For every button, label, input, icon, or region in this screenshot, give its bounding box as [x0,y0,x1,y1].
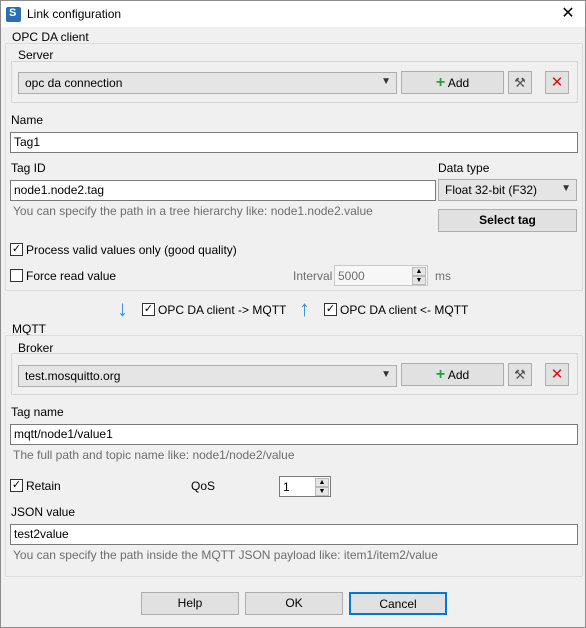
name-label: Name [11,113,44,127]
stepper-down-icon[interactable]: ▼ [315,487,329,496]
retain-checkbox[interactable]: ✓ [10,479,23,492]
stepper-up-icon[interactable]: ▲ [412,267,426,276]
interval-value: 5000 [338,269,365,283]
broker-settings-button[interactable]: ⚒ [508,363,532,386]
server-delete-button[interactable]: ✕ [545,71,569,94]
delete-icon: ✕ [550,366,564,383]
plus-icon: + [435,74,446,91]
valid-only-checkbox[interactable]: ✓ [10,243,23,256]
tagid-label: Tag ID [11,161,46,175]
chevron-down-icon: ▼ [381,76,391,87]
interval-unit: ms [435,269,451,283]
server-settings-button[interactable]: ⚒ [508,71,532,94]
add-broker-label: Add [447,368,470,382]
valid-only-label: Process valid values only (good quality) [26,243,237,257]
stepper-down-icon[interactable]: ▼ [412,276,426,285]
interval-stepper[interactable]: 5000 ▲ ▼ [334,265,428,286]
tagname-field[interactable]: mqtt/node1/value1 [10,424,578,445]
from-mqtt-label: OPC DA client <- MQTT [340,303,469,317]
link-configuration-dialog: Link configuration ✕ OPC DA client Serve… [0,0,586,628]
name-field[interactable]: Tag1 [10,132,578,153]
cancel-button[interactable]: Cancel [349,592,447,615]
server-label: Server [18,48,54,62]
tagid-hint: You can specify the path in a tree hiera… [13,204,373,218]
add-server-button[interactable]: + Add [401,71,504,94]
mqtt-section-label: MQTT [12,322,46,336]
broker-delete-button[interactable]: ✕ [545,363,569,386]
datatype-label: Data type [438,161,490,175]
help-button[interactable]: Help [141,592,239,615]
tools-icon: ⚒ [514,367,526,382]
force-read-label: Force read value [26,269,117,283]
from-mqtt-checkbox[interactable]: ✓ [324,303,337,316]
window-title: Link configuration [27,7,122,21]
broker-select[interactable]: test.mosquitto.org ▼ [18,365,397,387]
datatype-select[interactable]: Float 32-bit (F32) ▼ [438,179,577,201]
stepper-up-icon[interactable]: ▲ [315,478,329,487]
tagname-label: Tag name [11,405,64,419]
chevron-down-icon: ▼ [381,369,391,380]
server-select-value: opc da connection [25,76,123,90]
broker-select-value: test.mosquitto.org [25,369,121,383]
select-tag-button[interactable]: Select tag [438,209,577,232]
datatype-select-value: Float 32-bit (F32) [445,183,538,197]
app-logo-icon [6,7,21,22]
json-field[interactable]: test2value [10,524,578,545]
retain-label: Retain [26,479,61,493]
qos-stepper[interactable]: 1 ▲ ▼ [279,476,331,497]
to-mqtt-label: OPC DA client -> MQTT [158,303,287,317]
opc-section-label: OPC DA client [12,30,89,44]
tools-icon: ⚒ [514,75,526,90]
title-bar: Link configuration ✕ [1,1,585,27]
ok-button[interactable]: OK [245,592,343,615]
force-read-checkbox[interactable] [10,269,23,282]
plus-icon: + [435,366,446,383]
add-server-label: Add [447,76,470,90]
json-label: JSON value [11,505,76,519]
arrow-down-icon: ↓ [117,296,128,321]
interval-label: Interval [293,269,333,283]
to-mqtt-checkbox[interactable]: ✓ [142,303,155,316]
qos-value: 1 [283,480,290,494]
arrow-up-icon: ↑ [299,296,310,321]
server-select[interactable]: opc da connection ▼ [18,72,397,94]
tagid-field[interactable]: node1.node2.tag [10,180,436,201]
delete-icon: ✕ [550,74,564,91]
chevron-down-icon: ▼ [561,183,571,194]
close-icon[interactable]: ✕ [557,4,579,24]
add-broker-button[interactable]: + Add [401,363,504,386]
qos-label: QoS [191,479,216,493]
json-hint: You can specify the path inside the MQTT… [13,548,438,562]
tagname-hint: The full path and topic name like: node1… [13,448,295,462]
